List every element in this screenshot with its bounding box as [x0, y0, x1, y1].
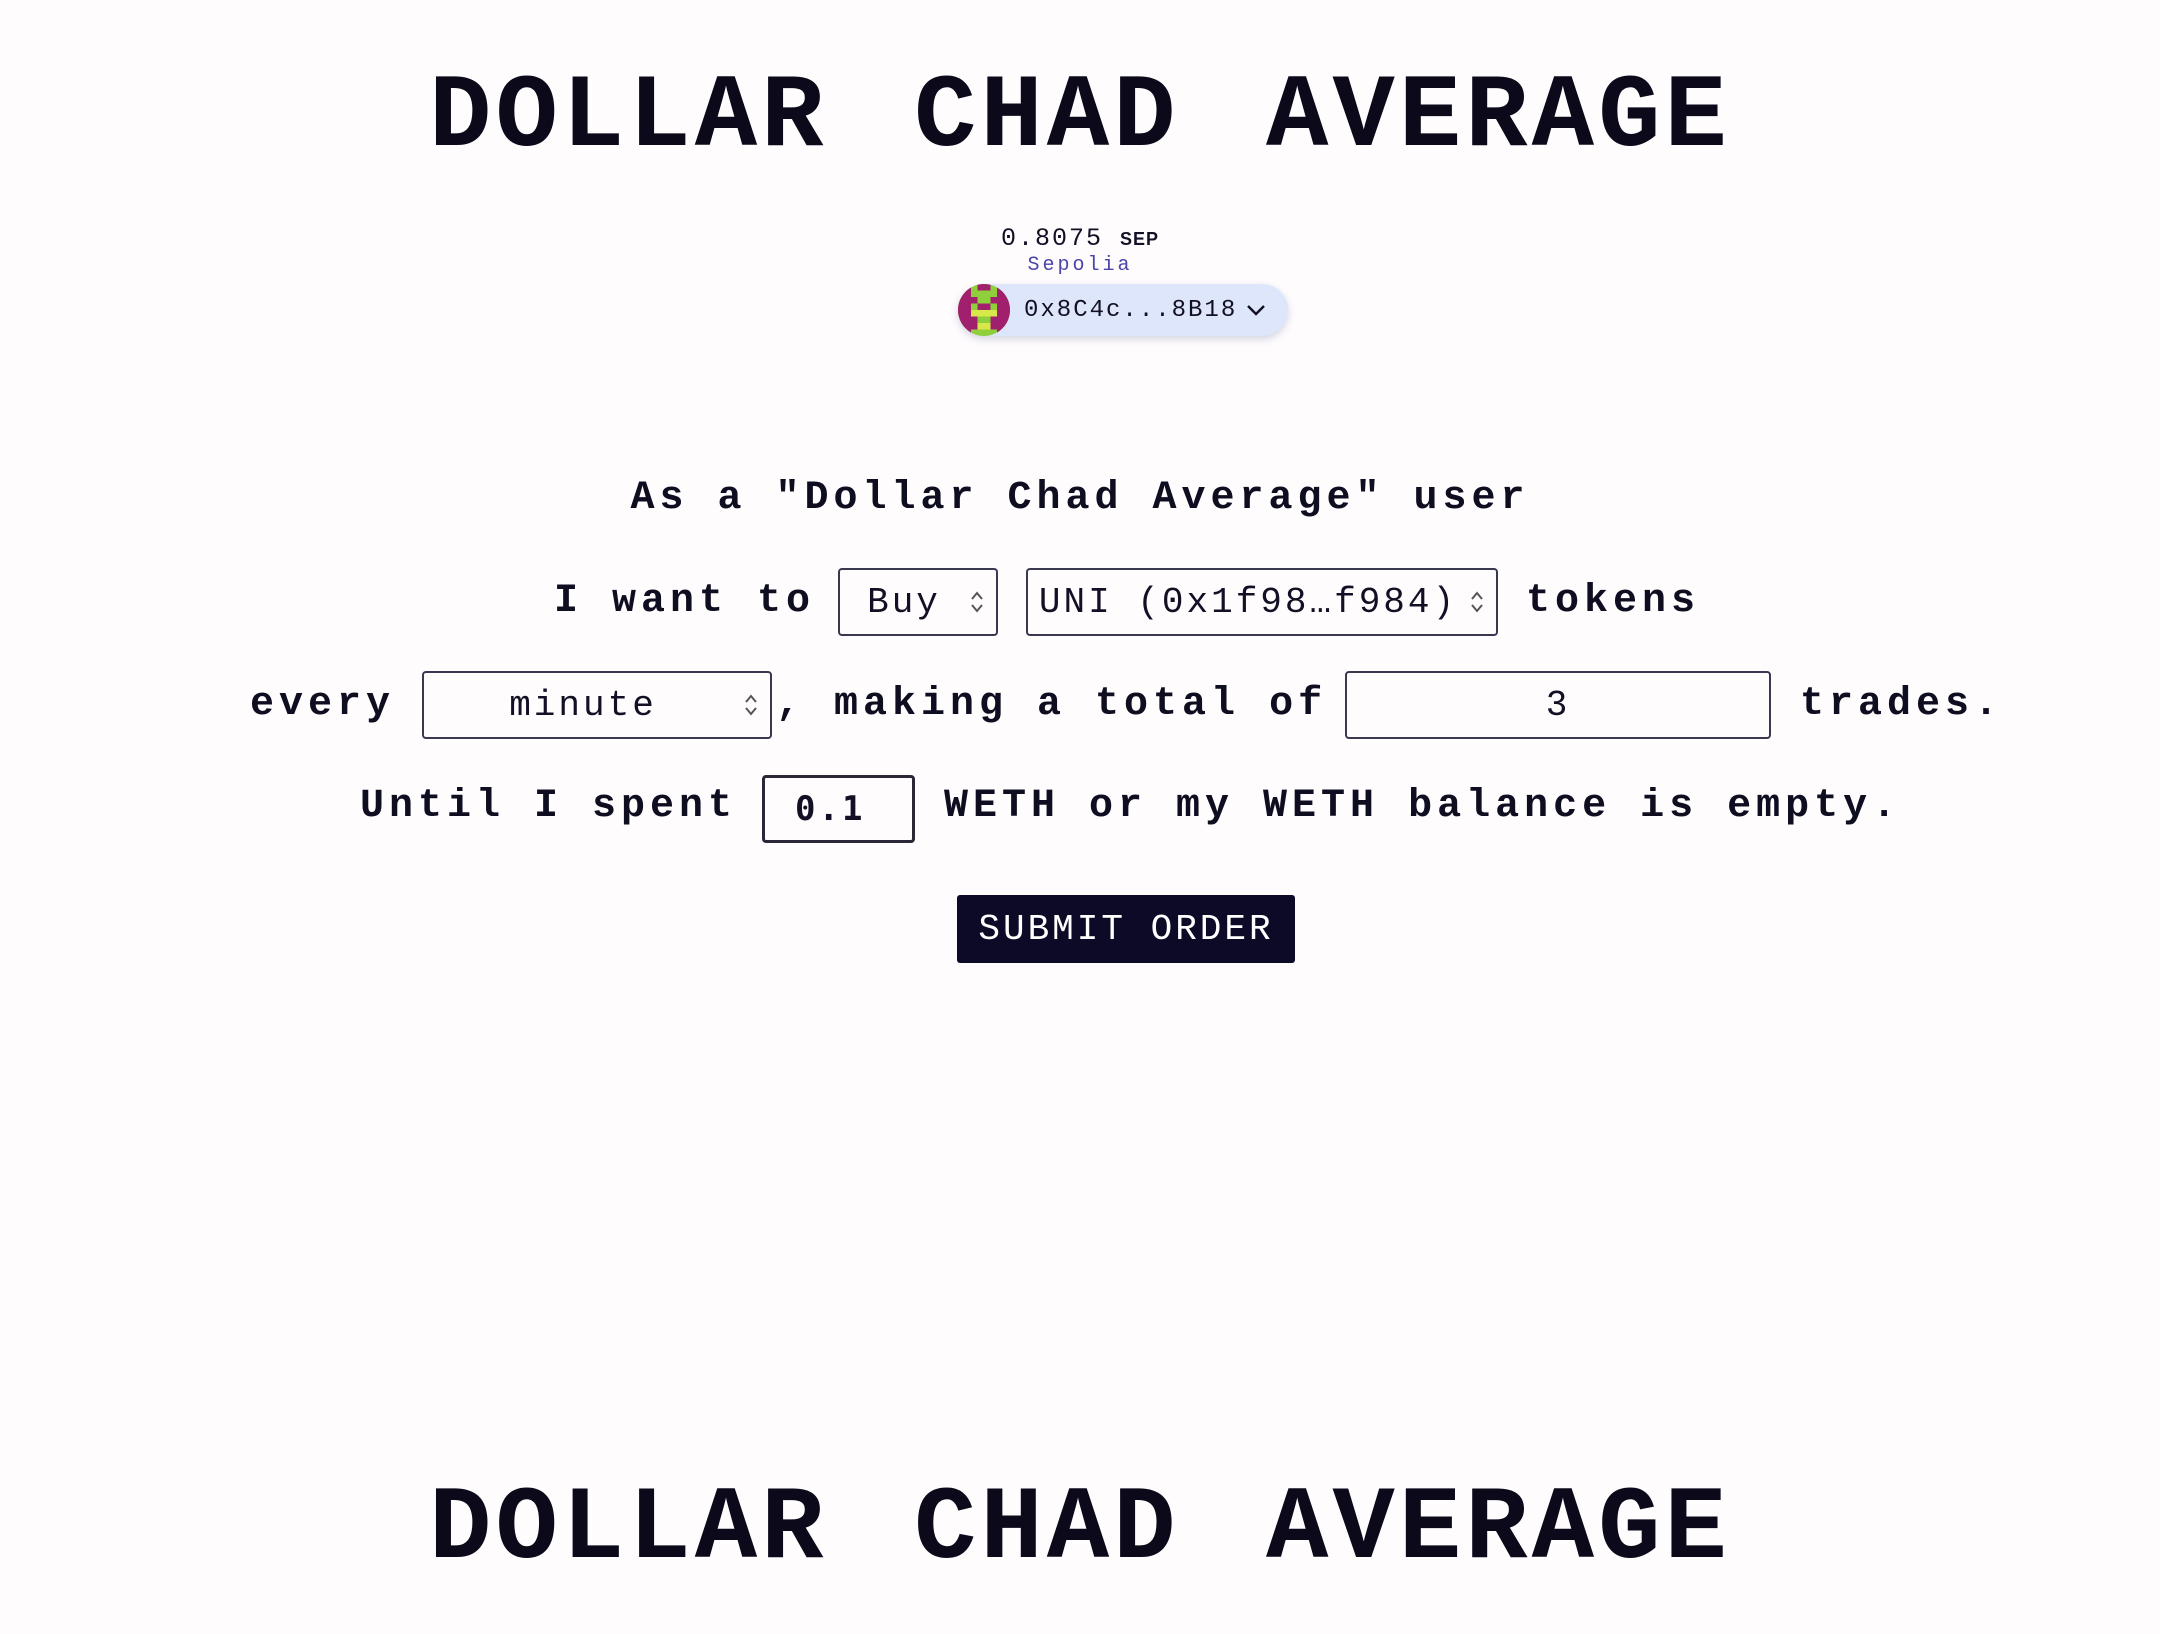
page: DOLLAR CHAD AVERAGE 0.8075 SEP Sepolia 0…	[0, 0, 2160, 1634]
making-total-label: , making a total of	[776, 682, 1328, 727]
submit-order-button[interactable]: SUBMIT ORDER	[957, 895, 1295, 963]
wallet-info: 0.8075 SEP Sepolia	[0, 224, 2160, 278]
pixel-avatar-icon	[958, 284, 1010, 336]
wallet-address: 0x8C4c...8B18	[1024, 296, 1238, 324]
balance-unit: SEP	[1120, 229, 1160, 249]
token-select[interactable]: UNI (0x1f98…f984)	[1026, 568, 1498, 636]
interval-select-value: minute	[509, 684, 657, 726]
weth-condition-label: WETH or my WETH balance is empty.	[944, 784, 1902, 829]
updown-chevron-icon	[742, 692, 760, 718]
every-label: every	[250, 682, 396, 727]
action-select[interactable]: Buy	[838, 568, 998, 636]
wallet-balance: 0.8075 SEP	[0, 224, 2160, 254]
i-want-to-label: I want to	[554, 579, 816, 624]
page-title: DOLLAR CHAD AVERAGE	[429, 59, 1731, 177]
footer-title: DOLLAR CHAD AVERAGE	[429, 1471, 1731, 1589]
trades-count-input[interactable]: 3	[1345, 671, 1771, 739]
balance-value: 0.8075	[1000, 224, 1103, 253]
token-select-value: UNI (0x1f98…f984)	[1038, 581, 1458, 623]
until-spent-label: Until I spent	[360, 784, 738, 829]
account-button[interactable]: 0x8C4c...8B18	[958, 284, 1288, 336]
network-name: Sepolia	[1027, 254, 1133, 277]
interval-select[interactable]: minute	[422, 671, 772, 739]
updown-chevron-icon	[968, 589, 986, 615]
spend-amount-value: 0.1	[795, 789, 866, 829]
updown-chevron-icon	[1468, 589, 1486, 615]
action-select-value: Buy	[867, 581, 941, 623]
intro-text: As a "Dollar Chad Average" user	[630, 476, 1530, 521]
tokens-label: tokens	[1526, 579, 1701, 624]
spend-amount-input[interactable]: 0.1	[762, 775, 915, 843]
trades-count-value: 3	[1545, 684, 1571, 726]
chevron-down-icon	[1245, 303, 1267, 317]
trades-label: trades.	[1800, 682, 2004, 727]
